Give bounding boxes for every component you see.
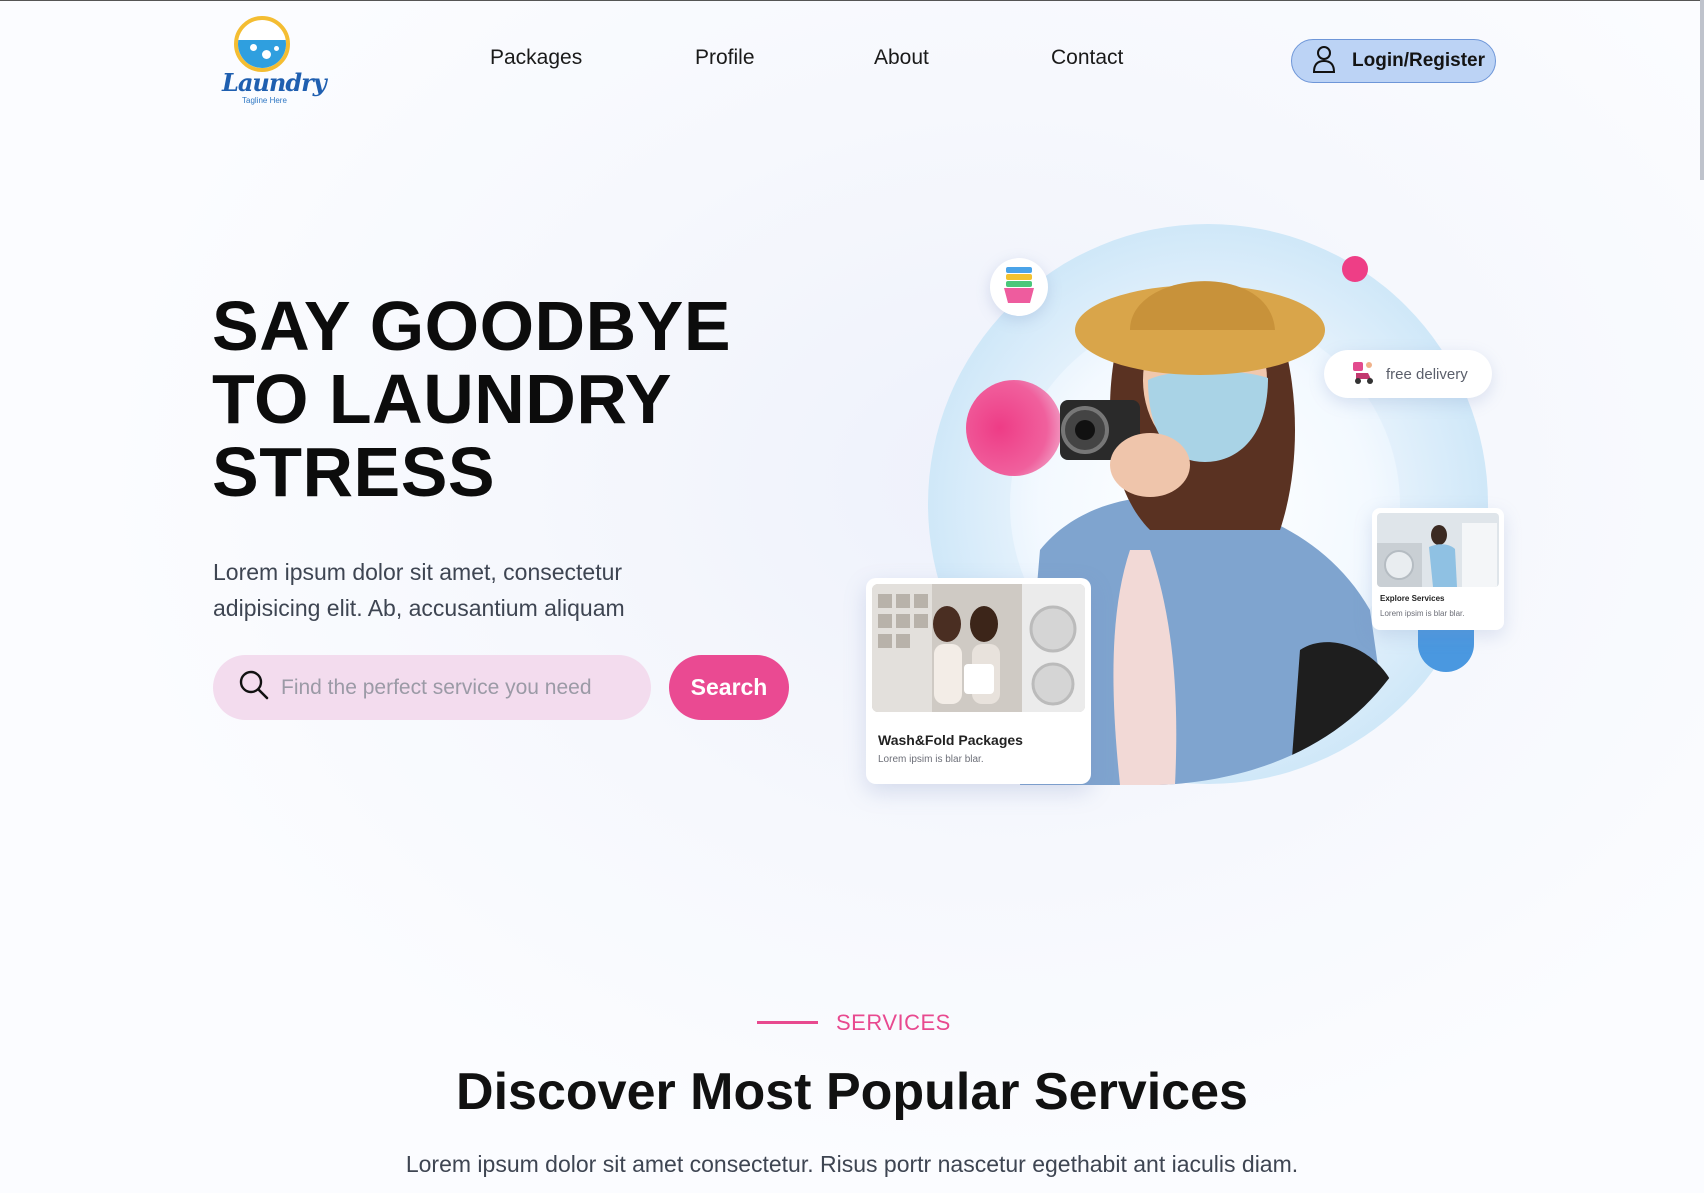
hero-title: SAY GOODBYE TO LAUNDRY STRESS bbox=[212, 290, 772, 509]
nav-item-profile[interactable]: Profile bbox=[695, 46, 755, 70]
hero-title-line: TO LAUNDRY bbox=[212, 360, 672, 438]
search-bar[interactable] bbox=[213, 655, 651, 720]
services-eyebrow: SERVICES bbox=[836, 1010, 951, 1035]
explore-services-card[interactable]: Explore Services Lorem ipsim is blar bla… bbox=[1372, 508, 1504, 630]
login-register-label: Login/Register bbox=[1352, 50, 1486, 71]
wash-fold-subtitle: Lorem ipsim is blar blar. bbox=[878, 754, 984, 765]
brand-logo[interactable]: Laundry Tagline Here bbox=[222, 16, 327, 108]
nav-item-contact[interactable]: Contact bbox=[1051, 46, 1123, 70]
hero-description: Lorem ipsum dolor sit amet, consectetur … bbox=[213, 559, 625, 621]
services-description: Lorem ipsum dolor sit amet consectetur. … bbox=[405, 1151, 1299, 1177]
explore-services-subtitle: Lorem ipsim is blar blar. bbox=[1380, 609, 1465, 618]
services-eyebrow-line bbox=[757, 1021, 818, 1024]
free-delivery-label: free delivery bbox=[1386, 365, 1468, 383]
nav-item-packages[interactable]: Packages bbox=[490, 46, 582, 70]
wash-fold-card[interactable]: Wash&Fold Packages Lorem ipsim is blar b… bbox=[866, 578, 1091, 784]
wash-fold-photo bbox=[872, 584, 1085, 712]
scrollbar[interactable] bbox=[1700, 0, 1704, 180]
logo-washer-icon bbox=[234, 16, 290, 72]
wash-fold-title: Wash&Fold Packages bbox=[878, 732, 1023, 748]
user-icon bbox=[1312, 45, 1336, 78]
window-top-border bbox=[0, 0, 1704, 1]
search-icon bbox=[239, 670, 269, 705]
search-button[interactable]: Search bbox=[669, 655, 789, 720]
hero-title-line: STRESS bbox=[212, 433, 496, 511]
basket-icon bbox=[1002, 265, 1036, 310]
login-register-button[interactable]: Login/Register bbox=[1291, 39, 1496, 83]
services-title: Discover Most Popular Services bbox=[456, 1063, 1248, 1121]
explore-services-title: Explore Services bbox=[1380, 594, 1445, 603]
logo-tagline: Tagline Here bbox=[242, 96, 287, 105]
scooter-icon bbox=[1350, 359, 1376, 390]
basket-badge bbox=[990, 258, 1048, 316]
free-delivery-badge: free delivery bbox=[1324, 350, 1492, 398]
nav-item-about[interactable]: About bbox=[874, 46, 929, 70]
explore-services-photo bbox=[1377, 513, 1499, 587]
hero-title-line: SAY GOODBYE bbox=[212, 287, 732, 365]
logo-wordmark: Laundry bbox=[222, 68, 327, 97]
search-input[interactable] bbox=[279, 674, 623, 701]
